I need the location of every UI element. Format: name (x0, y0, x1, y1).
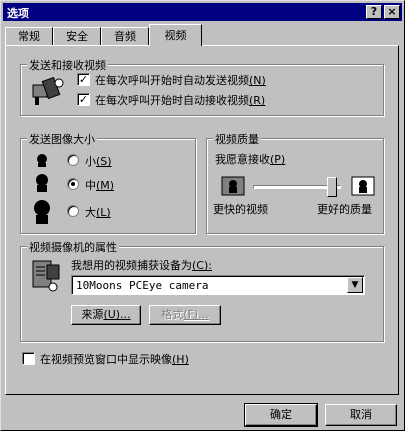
options-dialog: 选项 ? × 常规 安全 音频 视频 发送和接收视频 ✓ 在每次呼叫开始时自动发… (0, 0, 405, 431)
camera-properties-group: 视频摄像机的属性 我想用的视频捕获设备为(C): 10Moons PCEye c… (20, 239, 384, 342)
size-small-label[interactable]: 小(S) (85, 153, 112, 169)
fast-video-icon (221, 176, 245, 196)
video-camera-icon (32, 76, 64, 105)
tab-general[interactable]: 常规 (5, 27, 53, 46)
faster-video-label: 更快的视频 (213, 203, 268, 216)
help-button[interactable]: ? (366, 5, 382, 19)
tab-security[interactable]: 安全 (53, 27, 101, 46)
auto-send-checkbox[interactable]: ✓ (77, 73, 90, 86)
mirror-preview-label[interactable]: 在视频预览窗口中显示映像(H) (40, 351, 189, 367)
auto-send-label[interactable]: 在每次呼叫开始时自动发送视频(N) (95, 72, 266, 88)
tab-video[interactable]: 视频 (149, 24, 202, 46)
size-large-label[interactable]: 大(L) (85, 204, 111, 220)
size-medium-label[interactable]: 中(M) (85, 177, 114, 193)
capture-device-label: 我想用的视频捕获设备为(C): (71, 259, 212, 272)
mirror-preview-checkbox[interactable] (22, 352, 35, 365)
send-receive-group: 发送和接收视频 ✓ 在每次呼叫开始时自动发送视频(N) ✓ 在每次呼叫开始时自动… (20, 57, 384, 116)
title-bar[interactable]: 选项 ? × (3, 3, 402, 21)
close-button[interactable]: × (384, 5, 400, 19)
auto-receive-checkbox[interactable]: ✓ (77, 93, 90, 106)
dropdown-arrow-icon[interactable]: ▼ (347, 277, 363, 293)
tab-audio[interactable]: 音频 (101, 27, 149, 46)
video-tab-panel: 发送和接收视频 ✓ 在每次呼叫开始时自动发送视频(N) ✓ 在每次呼叫开始时自动… (5, 45, 399, 395)
capture-device-select[interactable]: 10Moons PCEye camera ▼ (71, 275, 365, 295)
quality-slider-thumb[interactable] (327, 177, 338, 197)
size-large-radio[interactable] (67, 205, 79, 217)
video-quality-group-title: 视频质量 (213, 131, 261, 147)
auto-receive-label[interactable]: 在每次呼叫开始时自动接收视频(R) (95, 92, 265, 108)
ok-button[interactable]: 确定 (244, 403, 318, 427)
video-quality-group: 视频质量 我愿意接收(P) 更快的视频 更好的质量 (206, 131, 384, 234)
camera-properties-group-title: 视频摄像机的属性 (27, 239, 119, 255)
size-small-radio[interactable] (67, 154, 79, 166)
person-medium-icon (36, 174, 48, 192)
size-medium-radio[interactable] (67, 178, 79, 190)
camera-device-icon (32, 260, 60, 292)
cancel-button[interactable]: 取消 (325, 404, 397, 426)
source-button[interactable]: 来源(U)... (71, 305, 141, 325)
image-size-group: 发送图像大小 小(S) 中(M) 大(L) (20, 131, 196, 234)
window-title: 选项 (7, 7, 29, 20)
better-quality-label: 更好的质量 (317, 203, 372, 216)
quality-prompt: 我愿意接收(P) (215, 153, 286, 166)
send-receive-group-title: 发送和接收视频 (27, 57, 108, 73)
person-small-icon (37, 154, 47, 167)
better-quality-icon (351, 176, 375, 196)
image-size-group-title: 发送图像大小 (27, 131, 97, 147)
format-button[interactable]: 格式(F)... (149, 305, 221, 325)
capture-device-value: 10Moons PCEye camera (76, 279, 209, 292)
person-large-icon (34, 200, 50, 224)
